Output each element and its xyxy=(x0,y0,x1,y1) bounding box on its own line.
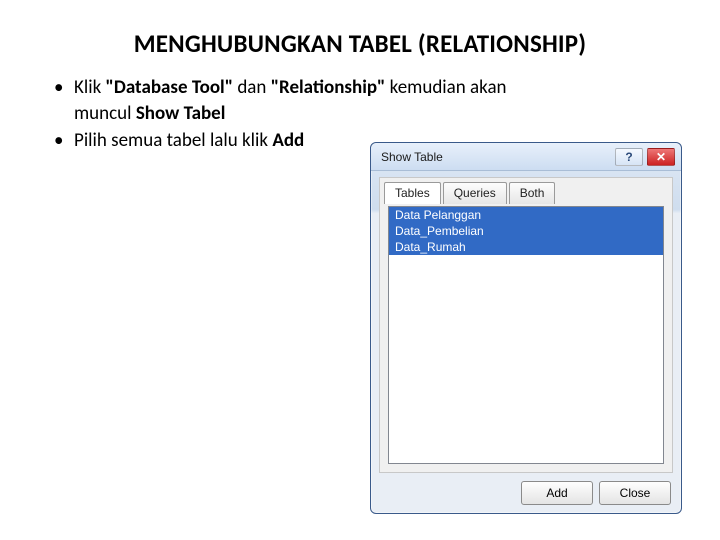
bullet-1-text-a: Klik xyxy=(74,76,106,99)
dialog-titlebar[interactable]: Show Table ? ✕ xyxy=(371,143,681,171)
table-listbox[interactable]: Data Pelanggan Data_Pembelian Data_Rumah xyxy=(388,206,664,464)
close-icon[interactable]: ✕ xyxy=(647,148,675,166)
list-item[interactable]: Data_Pembelian xyxy=(389,223,663,239)
dialog-button-row: Add Close xyxy=(521,481,671,505)
bullet-1-bold-b: "Relationship" xyxy=(271,76,386,99)
tab-queries[interactable]: Queries xyxy=(443,182,507,204)
slide-title: MENGHUBUNGKAN TABEL (RELATIONSHIP) xyxy=(0,0,720,67)
bullet-2-text-a: Pilih semua tabel lalu klik xyxy=(74,129,272,152)
add-button[interactable]: Add xyxy=(521,481,593,505)
list-item[interactable]: Data Pelanggan xyxy=(389,207,663,223)
bullet-1-text-b: dan xyxy=(233,76,271,99)
bullet-2-bold-a: Add xyxy=(272,129,304,152)
tab-tables[interactable]: Tables xyxy=(384,182,441,204)
tab-both[interactable]: Both xyxy=(509,182,556,204)
dialog-body: Tables Queries Both Data Pelanggan Data_… xyxy=(379,177,673,473)
bullet-2: Pilih semua tabel lalu klik Add xyxy=(74,128,374,154)
help-icon[interactable]: ? xyxy=(615,148,643,166)
tab-strip: Tables Queries Both xyxy=(380,178,672,204)
dialog-title: Show Table xyxy=(381,150,611,164)
list-item[interactable]: Data_Rumah xyxy=(389,239,663,255)
bullet-list: Klik "Database Tool" dan "Relationship" … xyxy=(0,67,720,154)
show-table-dialog: Show Table ? ✕ Tables Queries Both Data … xyxy=(370,142,682,514)
close-button[interactable]: Close xyxy=(599,481,671,505)
bullet-1: Klik "Database Tool" dan "Relationship" … xyxy=(74,75,554,126)
bullet-1-bold-a: "Database Tool" xyxy=(106,76,234,99)
bullet-1-bold-c: Show Tabel xyxy=(136,102,226,125)
